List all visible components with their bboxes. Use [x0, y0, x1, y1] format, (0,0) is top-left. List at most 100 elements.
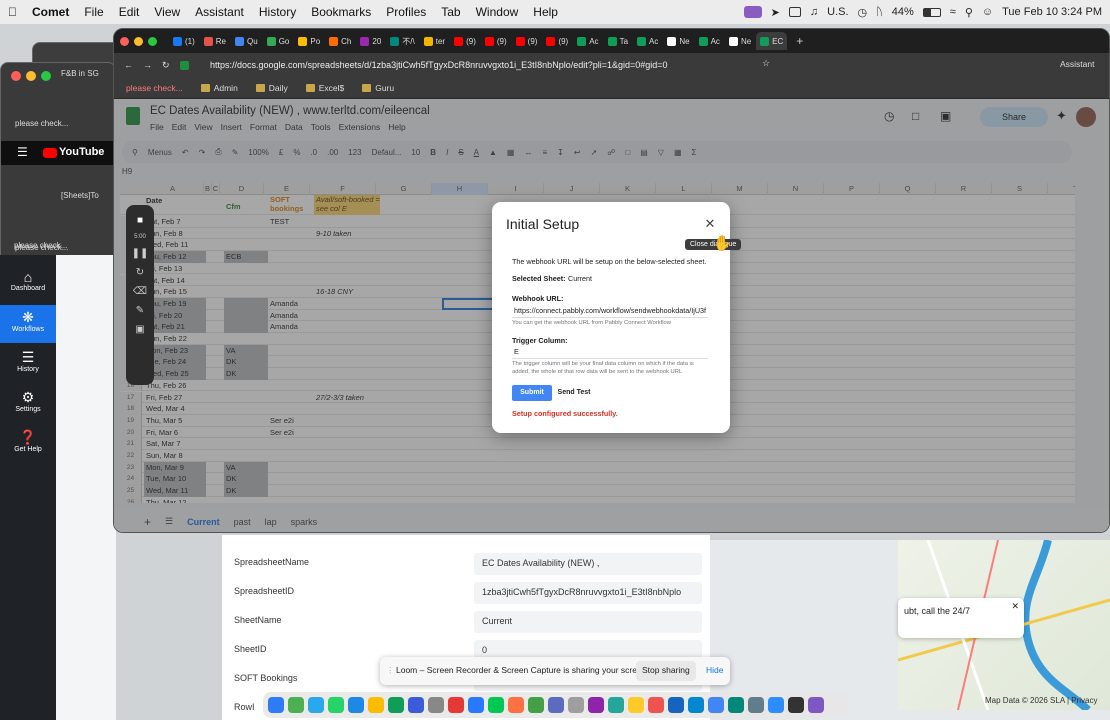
- browser-tab[interactable]: EC: [756, 32, 788, 50]
- dock-app-icon[interactable]: [268, 697, 284, 713]
- browser-tab[interactable]: Ne: [725, 32, 755, 50]
- hide-button[interactable]: Hide: [706, 665, 723, 675]
- browser-tab[interactable]: (9): [450, 32, 480, 50]
- browser-tab[interactable]: Ta: [604, 32, 632, 50]
- reload-icon[interactable]: ↻: [162, 60, 170, 71]
- battery-icon[interactable]: [922, 7, 941, 17]
- browser-tab[interactable]: (9): [512, 32, 542, 50]
- delete-icon[interactable]: ⌫: [126, 286, 154, 297]
- wifi-icon[interactable]: ≈: [950, 6, 956, 18]
- menu-window[interactable]: Window: [476, 5, 519, 19]
- dock-app-icon[interactable]: [788, 697, 804, 713]
- bluetooth-icon[interactable]: ᚢ: [876, 6, 883, 18]
- bookmark-guru[interactable]: Guru: [362, 83, 394, 93]
- browser-tab[interactable]: ter: [420, 32, 449, 50]
- dock-app-icon[interactable]: [388, 697, 404, 713]
- browser-tab[interactable]: Go: [263, 32, 294, 50]
- dock-app-icon[interactable]: [348, 697, 364, 713]
- menu-bookmarks[interactable]: Bookmarks: [311, 5, 371, 19]
- menu-history[interactable]: History: [259, 5, 296, 19]
- pause-icon[interactable]: ❚❚: [126, 248, 154, 259]
- browser-tab[interactable]: (1): [169, 32, 199, 50]
- drag-handle-icon[interactable]: ⋮: [386, 665, 395, 676]
- dock-app-icon[interactable]: [428, 697, 444, 713]
- dock-app-icon[interactable]: [648, 697, 664, 713]
- dock-app-icon[interactable]: [668, 697, 684, 713]
- minimize-dot[interactable]: [26, 71, 36, 81]
- youtube-logo-icon[interactable]: [43, 148, 57, 158]
- browser-tab[interactable]: 20: [356, 32, 385, 50]
- user-icon[interactable]: ☺: [982, 6, 993, 18]
- dock-app-icon[interactable]: [408, 697, 424, 713]
- bookmark-star-icon[interactable]: ☆: [762, 58, 770, 69]
- close-icon[interactable]: ✕: [1011, 601, 1019, 612]
- site-info-icon[interactable]: [179, 60, 189, 70]
- clock-icon[interactable]: ◷: [858, 6, 868, 19]
- dock-app-icon[interactable]: [368, 697, 384, 713]
- dock-app-icon[interactable]: [708, 697, 724, 713]
- search-icon[interactable]: ⚲: [965, 6, 973, 19]
- back-icon[interactable]: ←: [124, 60, 133, 70]
- close-icon[interactable]: ✕: [702, 216, 718, 232]
- display-icon[interactable]: [788, 7, 801, 17]
- bookmark-please-check[interactable]: please check...: [126, 83, 183, 93]
- dock-app-icon[interactable]: [608, 697, 624, 713]
- form-value-field[interactable]: EC Dates Availability (NEW) ,: [474, 553, 702, 575]
- stop-sharing-button[interactable]: Stop sharing: [636, 661, 696, 681]
- browser-tab[interactable]: Ch: [325, 32, 355, 50]
- draw-icon[interactable]: ✎: [126, 305, 154, 316]
- menu-assistant[interactable]: Assistant: [195, 5, 244, 19]
- dock-app-icon[interactable]: [488, 697, 504, 713]
- bookmark-admin[interactable]: Admin: [200, 83, 238, 93]
- trigger-column-input[interactable]: E: [512, 347, 708, 359]
- minimize-dot[interactable]: [134, 36, 143, 46]
- input-source-icon[interactable]: U.S.: [827, 6, 848, 18]
- webhook-url-input[interactable]: https://connect.pabbly.com/workflow/send…: [512, 306, 708, 318]
- notification-toast[interactable]: ubt, call the 24/7 ✕: [898, 598, 1024, 638]
- dock-app-icon[interactable]: [448, 697, 464, 713]
- background-tab-label-3[interactable]: please check...: [14, 241, 67, 250]
- control-center-icon[interactable]: [743, 6, 762, 18]
- browser-tab[interactable]: Ac: [695, 32, 724, 50]
- send-test-button[interactable]: Send Test: [556, 385, 592, 401]
- browser-tab[interactable]: (9): [542, 32, 572, 50]
- battery-percent[interactable]: 44%: [892, 6, 914, 18]
- dock-app-icon[interactable]: [568, 697, 584, 713]
- sidebar-item-workflows[interactable]: ❋ Workflows: [0, 305, 56, 343]
- close-dot[interactable]: [11, 71, 21, 81]
- dock-app-icon[interactable]: [328, 697, 344, 713]
- browser-tab[interactable]: Ac: [633, 32, 662, 50]
- dock-app-icon[interactable]: [528, 697, 544, 713]
- dock-app-icon[interactable]: [628, 697, 644, 713]
- close-dot[interactable]: [120, 36, 129, 46]
- url-field[interactable]: https://docs.google.com/spreadsheets/d/1…: [210, 58, 750, 72]
- assistant-button[interactable]: Assistant: [1060, 59, 1095, 69]
- sidebar-item-dashboard[interactable]: ⌂ Dashboard: [0, 265, 56, 303]
- browser-tab[interactable]: Ac: [573, 32, 602, 50]
- sidebar-item-get-help[interactable]: ❓ Get Help: [0, 425, 56, 463]
- menu-profiles[interactable]: Profiles: [386, 5, 426, 19]
- sidebar-item-history[interactable]: ☰ History: [0, 345, 56, 383]
- menu-tab[interactable]: Tab: [441, 5, 460, 19]
- browser-tab[interactable]: Re: [200, 32, 230, 50]
- menu-app-name[interactable]: Comet: [32, 5, 69, 19]
- menu-file[interactable]: File: [84, 5, 103, 19]
- dock-app-icon[interactable]: [808, 697, 824, 713]
- bookmark-excel[interactable]: Excel$: [305, 83, 344, 93]
- menu-datetime[interactable]: Tue Feb 10 3:24 PM: [1002, 6, 1102, 18]
- background-window-2[interactable]: F&B in SG please check... ☰ YouTube [She…: [0, 62, 117, 262]
- dock-app-icon[interactable]: [688, 697, 704, 713]
- background-tab-label[interactable]: please check...: [15, 119, 68, 128]
- menu-help[interactable]: Help: [533, 5, 558, 19]
- browser-tab[interactable]: Qu: [231, 32, 262, 50]
- restart-icon[interactable]: ↻: [126, 267, 154, 278]
- new-tab-icon[interactable]: +: [796, 34, 803, 48]
- browser-tab[interactable]: Po: [294, 32, 324, 50]
- dock-app-icon[interactable]: [308, 697, 324, 713]
- menu-edit[interactable]: Edit: [119, 5, 140, 19]
- browser-tab[interactable]: 不/\: [386, 32, 418, 50]
- dock-app-icon[interactable]: [728, 697, 744, 713]
- menu-view[interactable]: View: [154, 5, 180, 19]
- browser-tab[interactable]: (9): [481, 32, 511, 50]
- headphones-icon[interactable]: ♫: [810, 6, 818, 18]
